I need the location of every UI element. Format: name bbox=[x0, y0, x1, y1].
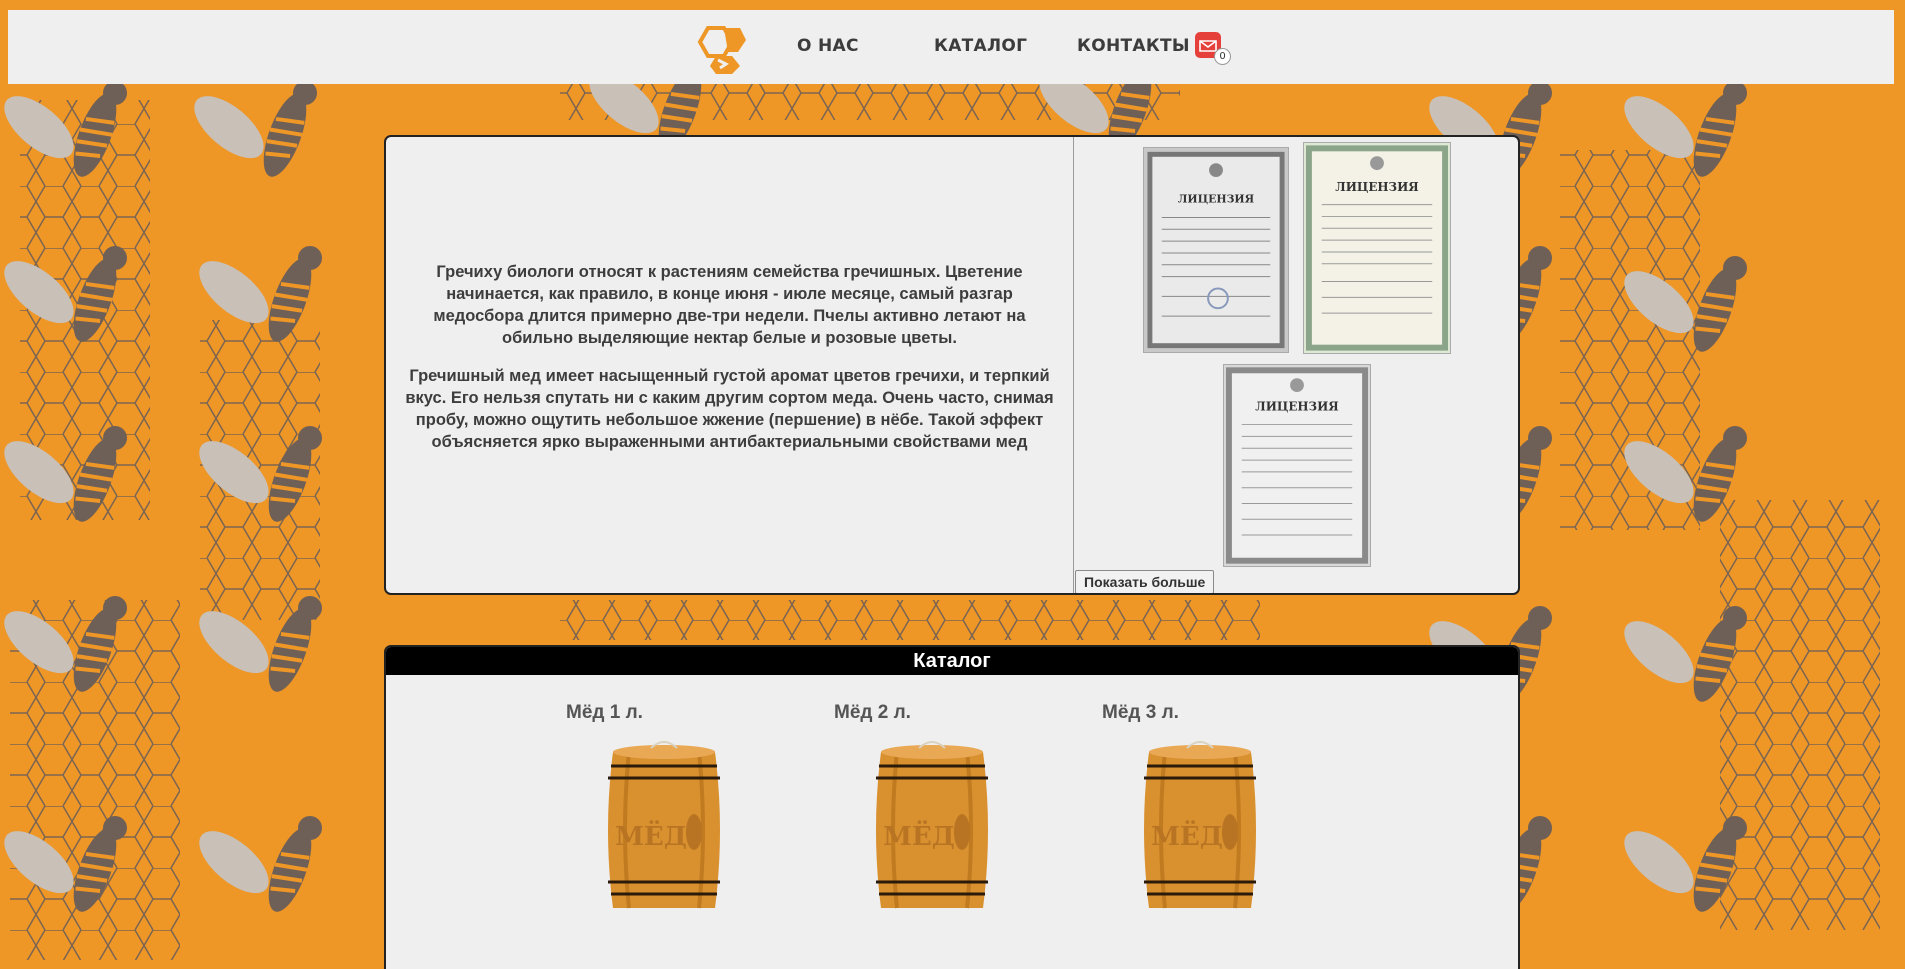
honey-barrel-image[interactable]: МЁД bbox=[1135, 740, 1265, 920]
honey-barrel-image[interactable]: МЁД bbox=[599, 740, 729, 920]
product-card[interactable]: Мёд 1 л. МЁД bbox=[551, 702, 751, 909]
svg-text:ЛИЦЕНЗИЯ: ЛИЦЕНЗИЯ bbox=[1335, 180, 1418, 194]
license-certificate-image[interactable]: ЛИЦЕНЗИЯ bbox=[1143, 147, 1289, 353]
product-title[interactable]: Мёд 1 л. bbox=[566, 702, 751, 724]
cart-button[interactable]: 0 bbox=[1195, 32, 1231, 66]
about-honey-panel: Гречиху биологи относят к растениям семе… bbox=[384, 135, 1520, 595]
show-more-button[interactable]: Показать больше bbox=[1075, 570, 1215, 593]
about-paragraph-2: Гречишный мед имеет насыщенный густой ар… bbox=[405, 367, 1054, 451]
svg-text:МЁД: МЁД bbox=[615, 820, 687, 852]
about-paragraph-1: Гречиху биологи относят к растениям семе… bbox=[433, 263, 1026, 347]
license-certificate-image[interactable]: ЛИЦЕНЗИЯ bbox=[1303, 142, 1451, 354]
product-title[interactable]: Мёд 2 л. bbox=[834, 702, 1019, 724]
svg-text:МЁД: МЁД bbox=[883, 820, 955, 852]
catalog-header: Каталог bbox=[386, 647, 1518, 675]
honeycomb-logo-icon[interactable] bbox=[694, 20, 748, 74]
catalog-section: Каталог Мёд 1 л. МЁД Мёд 2 л. МЁД Мёд 3 … bbox=[384, 645, 1520, 969]
nav-contacts-link[interactable]: КОНТАКТЫ bbox=[1077, 36, 1190, 56]
honey-barrel-image[interactable]: МЁД bbox=[867, 740, 997, 920]
product-card[interactable]: Мёд 2 л. МЁД bbox=[819, 702, 1019, 909]
product-title[interactable]: Мёд 3 л. bbox=[1102, 702, 1287, 724]
svg-text:ЛИЦЕНЗИЯ: ЛИЦЕНЗИЯ bbox=[1255, 400, 1338, 414]
svg-text:МЁД: МЁД bbox=[1151, 820, 1223, 852]
nav-about-link[interactable]: О НАС bbox=[797, 36, 859, 56]
license-certificate-image[interactable]: ЛИЦЕНЗИЯ bbox=[1223, 364, 1371, 567]
certificates-gallery: ЛИЦЕНЗИЯ ЛИЦЕНЗИЯ ЛИЦЕНЗИЯ bbox=[1075, 137, 1518, 593]
cart-count-badge: 0 bbox=[1214, 48, 1231, 65]
nav-catalog-link[interactable]: КАТАЛОГ bbox=[934, 36, 1027, 56]
svg-text:ЛИЦЕНЗИЯ: ЛИЦЕНЗИЯ bbox=[1178, 193, 1255, 206]
top-navigation-bar: О НАС КАТАЛОГ КОНТАКТЫ 0 bbox=[8, 10, 1894, 84]
main-nav: О НАС КАТАЛОГ КОНТАКТЫ 0 bbox=[8, 10, 1894, 84]
product-card[interactable]: Мёд 3 л. МЁД bbox=[1087, 702, 1287, 909]
about-text: Гречиху биологи относят к растениям семе… bbox=[386, 137, 1074, 593]
